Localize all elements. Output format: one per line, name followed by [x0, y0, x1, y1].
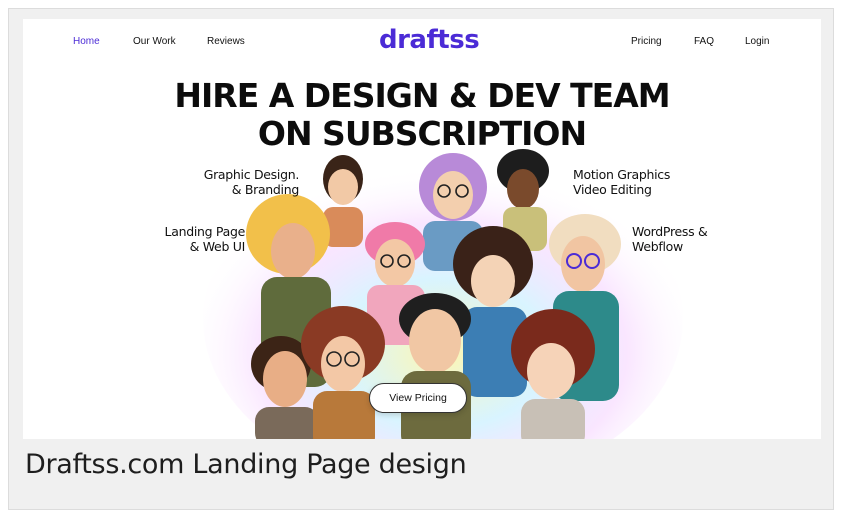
service-graphic-design: Graphic Design. & Branding: [195, 167, 300, 197]
draftss-logo[interactable]: draftss: [379, 25, 480, 55]
screenshot-card: Home Our Work Reviews draftss Pricing FA…: [8, 8, 834, 510]
service-landing-line2: & Web UI: [189, 239, 246, 254]
nav-pricing-link[interactable]: Pricing: [631, 36, 662, 47]
service-motion-line1: Motion Graphics: [573, 167, 671, 182]
service-wordpress-line1: WordPress &: [632, 224, 708, 239]
hero-headline-line1: HIRE A DESIGN & DEV TEAM: [174, 76, 670, 115]
top-navigation: Home Our Work Reviews draftss Pricing FA…: [23, 19, 821, 65]
nav-faq-link[interactable]: FAQ: [694, 36, 714, 47]
landing-page-screenshot: Home Our Work Reviews draftss Pricing FA…: [23, 19, 821, 439]
hero-headline-line2: ON SUBSCRIPTION: [257, 114, 587, 153]
nav-reviews-link[interactable]: Reviews: [207, 36, 245, 47]
nav-home-link[interactable]: Home: [73, 36, 100, 47]
service-graphic-line2: & Branding: [231, 182, 300, 197]
service-graphic-line1: Graphic Design.: [203, 167, 300, 182]
nav-our-work-link[interactable]: Our Work: [133, 36, 176, 47]
service-landing-line1: Landing Page: [164, 224, 246, 239]
service-wordpress-line2: Webflow: [632, 239, 683, 254]
hero-headline: HIRE A DESIGN & DEV TEAM ON SUBSCRIPTION: [23, 77, 821, 153]
view-pricing-button[interactable]: View Pricing: [369, 383, 467, 413]
service-landing-page: Landing Page & Web UI: [149, 224, 246, 254]
service-motion-line2: Video Editing: [573, 182, 652, 197]
service-motion-graphics: Motion Graphics Video Editing: [573, 167, 693, 197]
nav-login-link[interactable]: Login: [745, 36, 769, 47]
service-wordpress-webflow: WordPress & Webflow: [632, 224, 732, 254]
image-caption: Draftss.com Landing Page design: [25, 449, 467, 480]
